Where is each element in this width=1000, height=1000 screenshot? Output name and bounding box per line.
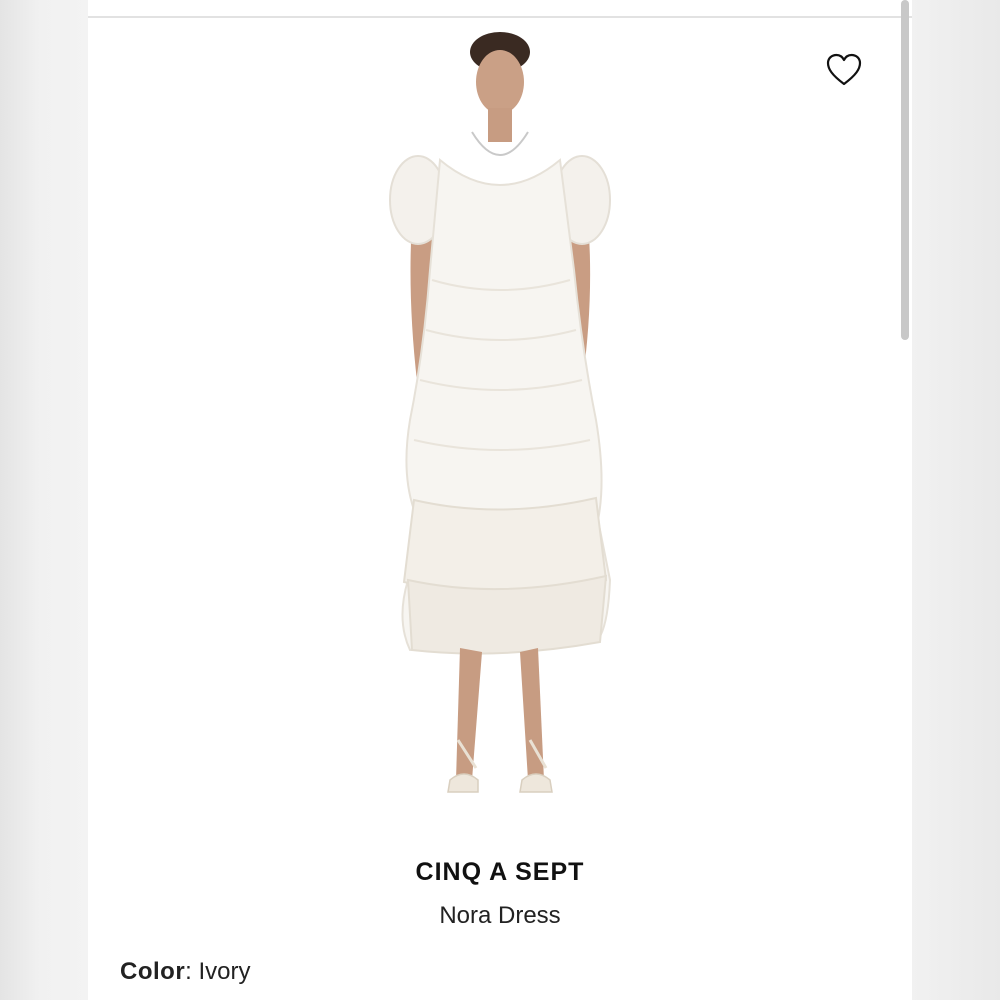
favorite-button[interactable] [824, 52, 864, 88]
product-name: Nora Dress [439, 902, 561, 929]
color-value: Ivory [198, 958, 251, 985]
color-label: Color [120, 958, 186, 985]
scrollbar-thumb[interactable] [901, 0, 909, 340]
product-brand[interactable]: CINQ A SEPT [88, 858, 912, 887]
product-color: Color: Ivory [120, 958, 251, 986]
color-separator: : [185, 958, 192, 985]
heart-outline-icon [826, 53, 862, 86]
top-divider [88, 16, 912, 18]
product-image[interactable] [360, 20, 640, 820]
